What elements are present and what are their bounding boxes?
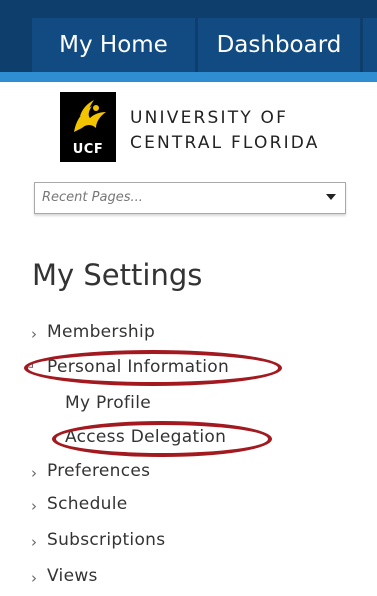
logo-mark-text: UCF bbox=[72, 142, 104, 157]
tab-dashboard[interactable]: Dashboard bbox=[198, 18, 360, 72]
university-logo[interactable]: UCF UNIVERSITY OF CENTRAL FLORIDA bbox=[60, 92, 360, 162]
chevron-right-icon[interactable]: › bbox=[31, 533, 37, 551]
logo-line-1: UNIVERSITY OF bbox=[130, 108, 289, 128]
chevron-right-icon[interactable]: › bbox=[31, 569, 37, 587]
chevron-right-icon[interactable]: › bbox=[31, 464, 37, 482]
recent-pages-placeholder: Recent Pages... bbox=[42, 190, 143, 205]
tree-item-my-profile[interactable]: My Profile bbox=[65, 393, 151, 413]
tree-item-access-delegation[interactable]: Access Delegation bbox=[65, 427, 226, 447]
page-title: My Settings bbox=[32, 258, 203, 292]
chevron-expanded-icon[interactable]: › bbox=[24, 358, 41, 375]
tree-item-subscriptions[interactable]: Subscriptions bbox=[47, 530, 165, 550]
nav-accent-strip bbox=[0, 72, 377, 82]
ucf-pegasus-logo-icon: UCF bbox=[60, 92, 116, 162]
tree-item-preferences[interactable]: Preferences bbox=[47, 461, 150, 481]
chevron-right-icon[interactable]: › bbox=[31, 497, 37, 515]
tree-item-views[interactable]: Views bbox=[47, 566, 98, 586]
chevron-right-icon[interactable]: › bbox=[31, 325, 37, 343]
tab-my-home[interactable]: My Home bbox=[32, 18, 195, 72]
tree-item-personal-information[interactable]: Personal Information bbox=[47, 357, 229, 377]
tab-overflow[interactable] bbox=[363, 18, 377, 72]
chevron-down-icon[interactable] bbox=[326, 194, 336, 200]
tree-item-membership[interactable]: Membership bbox=[47, 322, 155, 342]
tree-item-schedule[interactable]: Schedule bbox=[47, 494, 128, 514]
logo-line-2: CENTRAL FLORIDA bbox=[130, 133, 320, 153]
recent-pages-select[interactable]: Recent Pages... bbox=[34, 182, 346, 214]
